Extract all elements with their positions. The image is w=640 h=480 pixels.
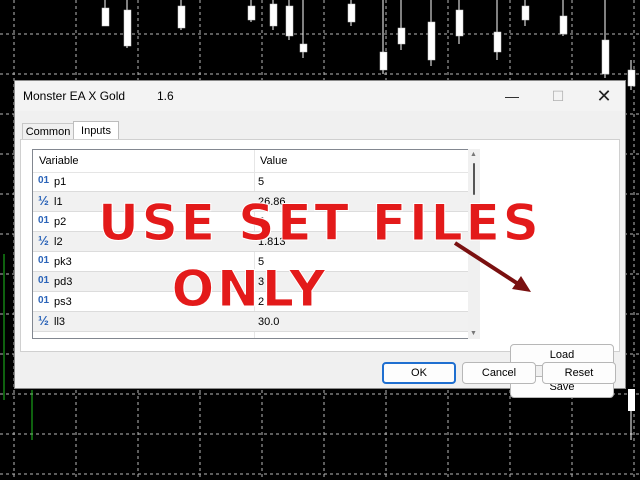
close-icon[interactable]: ✕ [581,81,627,111]
candle-body [427,21,436,61]
scroll-up-icon[interactable]: ▲ [470,151,477,158]
dialog-title: Monster EA X Gold [23,89,126,103]
candle-body [521,5,530,21]
title-bar[interactable]: Monster EA X Gold 1.6 — ☐ ✕ [15,81,625,111]
reset-button[interactable]: Reset [542,362,616,384]
candle-body [493,31,502,53]
column-header-value[interactable]: Value [260,155,287,167]
candle-body [123,9,132,47]
minimize-icon[interactable]: — [489,81,535,111]
candle-body [559,15,568,35]
candle-body [269,3,278,27]
candle-body [177,5,186,29]
candle-body [247,5,256,21]
candle-body [379,51,388,71]
maximize-icon[interactable]: ☐ [535,81,581,111]
candle-body [101,7,110,27]
row-divider [33,331,479,332]
tab-inputs[interactable]: Inputs [73,121,119,140]
candle-body [347,3,356,23]
table-row[interactable]: 01 p1 5 [33,172,479,192]
variable-name: p1 [54,176,67,188]
candle-body [397,27,406,45]
candle-body [627,69,636,87]
candle-body [601,39,610,75]
cancel-button[interactable]: Cancel [462,362,536,384]
ok-button[interactable]: OK [382,362,456,384]
int-type-icon: 01 [38,175,50,186]
overlay-text-line2: ONLY [171,260,329,319]
variable-value[interactable]: 5 [258,176,264,188]
table-header: Variable Value [33,150,479,173]
candle-body [285,5,294,37]
tab-common[interactable]: Common [22,123,74,140]
candle-body [455,9,464,37]
overlay-text-line1: USE SET FILES [98,194,542,253]
candle-body [299,43,308,53]
column-header-variable[interactable]: Variable [39,155,79,167]
dialog-version: 1.6 [157,89,174,103]
scroll-down-icon[interactable]: ▼ [470,330,477,337]
scrollbar-thumb[interactable] [473,163,475,195]
